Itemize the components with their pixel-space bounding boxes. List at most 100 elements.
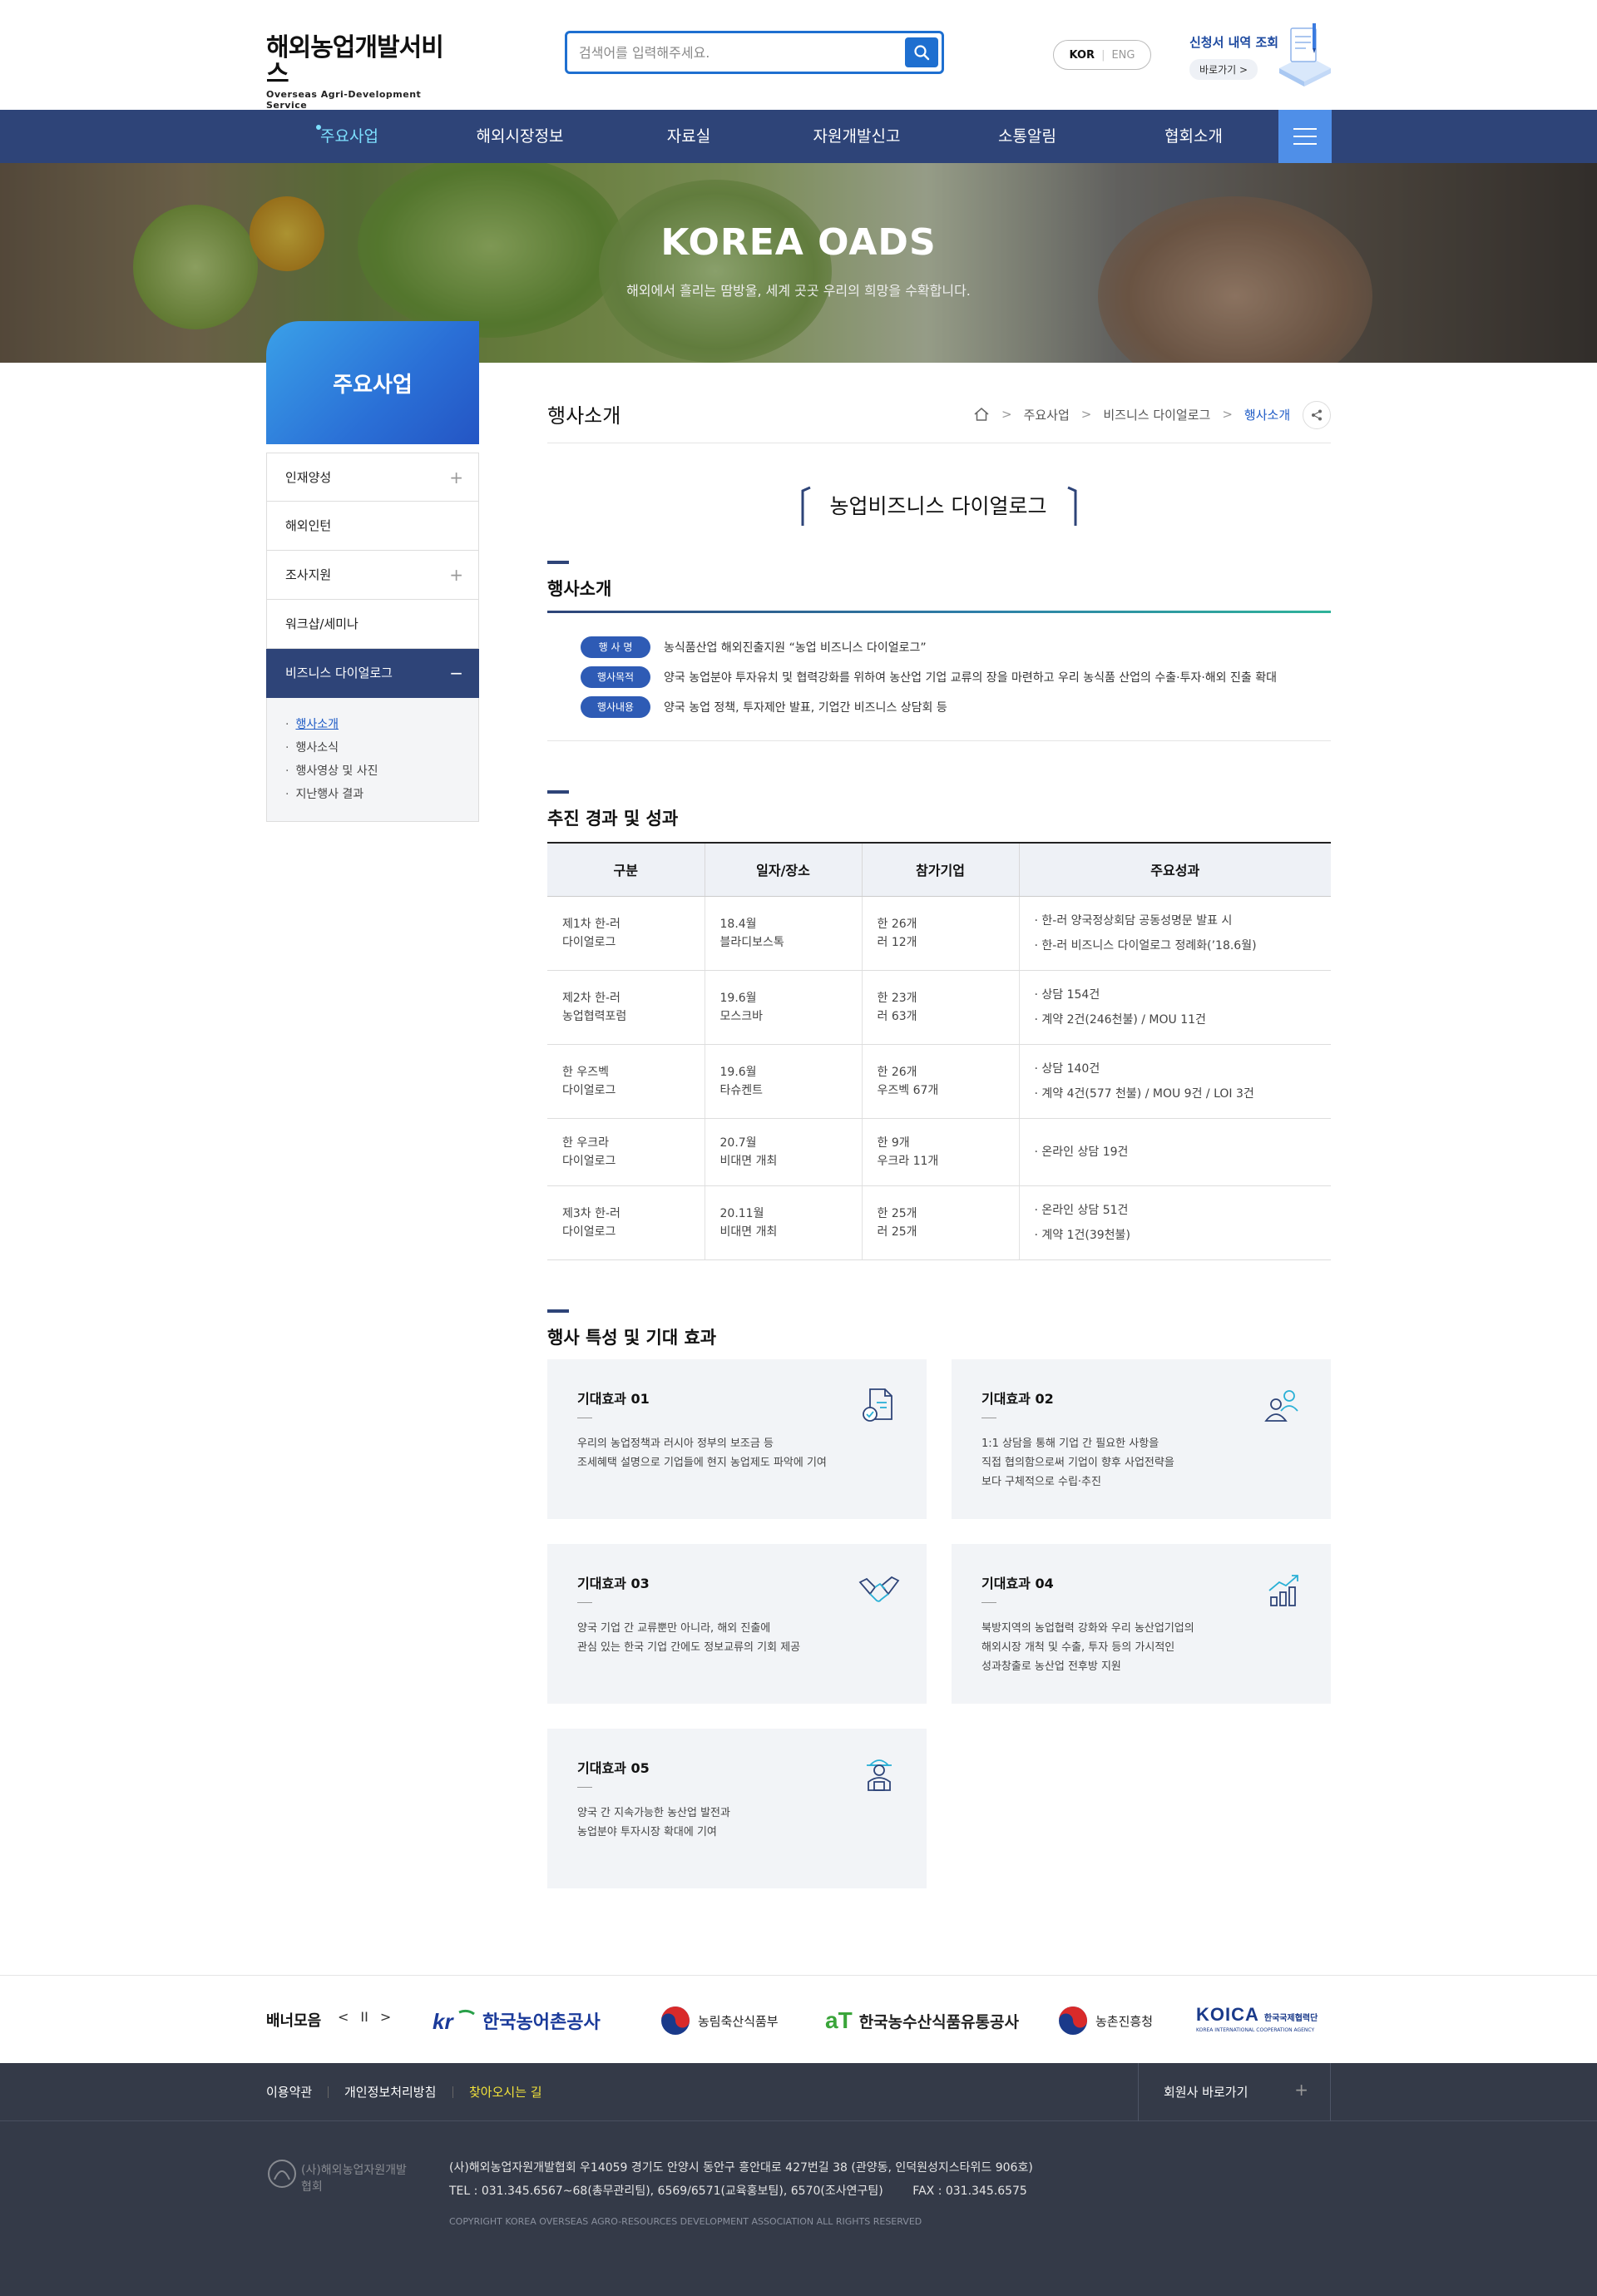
chevron-left-icon[interactable]: < [338, 2009, 349, 2025]
side-menu-item-business-dialogue[interactable]: 비즈니스 다이얼로그 − [266, 649, 479, 698]
result-item: 상담 140건 [1035, 1056, 1317, 1081]
breadcrumb-item[interactable]: 주요사업 [1024, 406, 1070, 423]
side-menu-item-research[interactable]: 조사지원 + [266, 551, 479, 600]
document-check-icon [863, 1388, 892, 1422]
search-button[interactable] [905, 37, 938, 67]
taegeuk-logo-icon [1059, 2007, 1087, 2035]
side-submenu-label: 행사소식 [295, 741, 339, 755]
table-cell: 20.7월비대면 개최 [705, 1118, 863, 1186]
active-dot-icon [316, 125, 321, 130]
search-box [565, 31, 944, 74]
table-cell: 제3차 한-러 다이얼로그 [547, 1185, 705, 1260]
side-menu-item-intern[interactable]: 해외인턴 [266, 502, 479, 551]
side-menu-item-label: 인재양성 [285, 470, 332, 485]
svg-text:kr: kr [433, 2009, 454, 2034]
side-submenu-item-intro[interactable]: 행사소개 [285, 713, 478, 736]
footer-link-terms[interactable]: 이용약관 [266, 2083, 312, 2101]
cell-line: 20.7월 [719, 1136, 757, 1150]
breadcrumb-item[interactable]: 비즈니스 다이얼로그 [1103, 406, 1210, 423]
table-cell: 한 9개 우크라 11개 [862, 1118, 1020, 1186]
info-badge: 행사목적 [581, 666, 650, 688]
cell-line: 다이얼로그 [562, 1083, 616, 1097]
home-icon[interactable] [973, 407, 990, 422]
result-item: 온라인 상담 19건 [1035, 1140, 1317, 1165]
cell-line: 19.6월 [719, 1065, 757, 1079]
cell-line: 러 12개 [877, 935, 917, 949]
pause-icon[interactable]: II [360, 2009, 368, 2025]
cell-line: 제2차 한-러 [562, 991, 621, 1005]
cell-line: 한 25개 [877, 1206, 917, 1220]
gnb-item-association[interactable]: 협회소개 [1156, 110, 1231, 163]
card-line: 해외시장 개척 및 수출, 투자 등의 가시적인 [981, 1641, 1175, 1654]
page-title: 행사소개 [547, 404, 621, 428]
gnb-item-library[interactable]: 자료실 [657, 110, 720, 163]
gnb-item-notice[interactable]: 소통알림 [990, 110, 1065, 163]
effect-card-05: 기대효과 05 양국 간 지속가능한 농산업 발전과 농업분야 투자시장 확대에… [547, 1729, 927, 1888]
gnb-item-main-business[interactable]: 주요사업 [316, 110, 383, 163]
chevron-right-icon: > [1080, 407, 1092, 422]
info-text: 양국 농업분야 투자유치 및 협력강화를 위하여 농산업 기업 교류의 장을 마… [664, 671, 1277, 685]
cell-line: 비대면 개최 [719, 1154, 778, 1168]
cell-line: 19.6월 [719, 991, 757, 1005]
cell-line: 한 26개 [877, 1065, 917, 1079]
partner-link-at[interactable]: aT 한국농수산식품유통공사 [825, 2004, 1019, 2037]
cell-line: 모스크바 [719, 1009, 764, 1023]
share-icon [1312, 409, 1322, 421]
result-item: 온라인 상담 51건 [1035, 1198, 1317, 1223]
cell-line: 한 26개 [877, 917, 917, 931]
table-cell: 한-러 양국정상회담 공동성명문 발표 시한-러 비즈니스 다이얼로그 정례화(… [1019, 896, 1331, 971]
card-line: 관심 있는 한국 기업 간에도 정보교류의 기회 제공 [577, 1641, 801, 1654]
side-submenu-item-news[interactable]: 행사소식 [285, 736, 478, 760]
footer-logo-text: (사)해외농업자원개발협회 [301, 2164, 407, 2194]
collapse-minus-icon: − [449, 663, 463, 683]
side-menu-item-label: 해외인턴 [285, 518, 332, 533]
footer-menu-bar: 이용약관 개인정보처리방침 찾아오시는 길 회원사 바로가기 + [0, 2063, 1597, 2121]
card-dash [981, 1602, 996, 1603]
chevron-right-icon[interactable]: > [380, 2009, 391, 2025]
effect-card-text: 양국 기업 간 교류뿐만 아니라, 해외 진출에 관심 있는 한국 기업 간에도… [577, 1619, 885, 1657]
side-menu-item-workshop[interactable]: 워크샵/세미나 [266, 600, 479, 649]
lang-eng-button[interactable]: ENG [1111, 49, 1135, 62]
share-button[interactable] [1303, 401, 1331, 429]
side-submenu-item-past-results[interactable]: 지난행사 결과 [285, 783, 478, 806]
table-cell: 19.6월 타슈켄트 [705, 1044, 863, 1119]
search-input[interactable] [579, 42, 878, 63]
gnb-item-market-info[interactable]: 해외시장정보 [466, 110, 574, 163]
table-cell: 온라인 상담 51건계약 1건(39천불) [1019, 1185, 1331, 1260]
info-text: 농식품산업 해외진출지원 “농업 비즈니스 다이얼로그” [664, 641, 927, 655]
association-emblem-icon [268, 2160, 296, 2188]
partner-link-koica[interactable]: KOICA 한국국제협력단 KOREA INTERNATIONAL COOPER… [1196, 2004, 1318, 2037]
table-cell: 19.6월모스크바 [705, 970, 863, 1045]
side-submenu-label: 지난행사 결과 [295, 788, 364, 801]
lang-kor-button[interactable]: KOR [1070, 49, 1095, 62]
section-mark [547, 790, 569, 794]
section-title-intro: 행사소개 [547, 579, 612, 599]
table-row: 제2차 한-러농업협력포럼 19.6월모스크바 한 23개러 63개 상담 15… [547, 970, 1331, 1045]
table-cell: 상담 154건계약 2건(246천불) / MOU 11건 [1019, 970, 1331, 1045]
side-menu-item-training[interactable]: 인재양성 + [266, 453, 479, 502]
partner-link-rda[interactable]: 농촌진흥청 [1057, 2004, 1153, 2037]
site-logo[interactable]: 해외농업개발서비스 Overseas Agri-Development Serv… [266, 35, 459, 111]
table-header-row: 구분 일자/장소 참가기업 주요성과 [547, 842, 1331, 897]
partner-label: 농촌진흥청 [1095, 2013, 1154, 2029]
cell-line: 러 25개 [877, 1225, 917, 1239]
footer-link-privacy[interactable]: 개인정보처리방침 [344, 2083, 436, 2101]
menu-hamburger-button[interactable] [1278, 110, 1332, 163]
card-line: 양국 기업 간 교류뿐만 아니라, 해외 진출에 [577, 1622, 771, 1635]
handshake-icon [858, 1576, 900, 1602]
application-lookup[interactable]: 신청서 내역 조회 바로가기 > [1189, 23, 1331, 92]
farmer-icon [867, 1759, 892, 1791]
partner-label: 농림축산식품부 [698, 2013, 779, 2029]
partner-link-mafra[interactable]: 농림축산식품부 [660, 2004, 779, 2037]
member-sites-dropdown[interactable]: 회원사 바로가기 + [1138, 2063, 1331, 2121]
cell-line: 한 23개 [877, 991, 917, 1005]
member-sites-label: 회원사 바로가기 [1164, 2085, 1248, 2100]
side-submenu-item-media[interactable]: 행사영상 및 사진 [285, 760, 478, 783]
gnb-item-resource-report[interactable]: 자원개발신고 [807, 110, 907, 163]
partner-link-krc[interactable]: kr 한국농어촌공사 [431, 2004, 601, 2037]
footer-link-directions[interactable]: 찾아오시는 길 [469, 2083, 542, 2101]
cell-line: 한 9개 [877, 1136, 910, 1150]
effect-card-text: 북방지역의 농업협력 강화와 우리 농산업기업의 해외시장 개척 및 수출, 투… [981, 1619, 1289, 1676]
application-lookup-go-button[interactable]: 바로가기 > [1189, 59, 1258, 80]
users-icon [1264, 1390, 1298, 1422]
